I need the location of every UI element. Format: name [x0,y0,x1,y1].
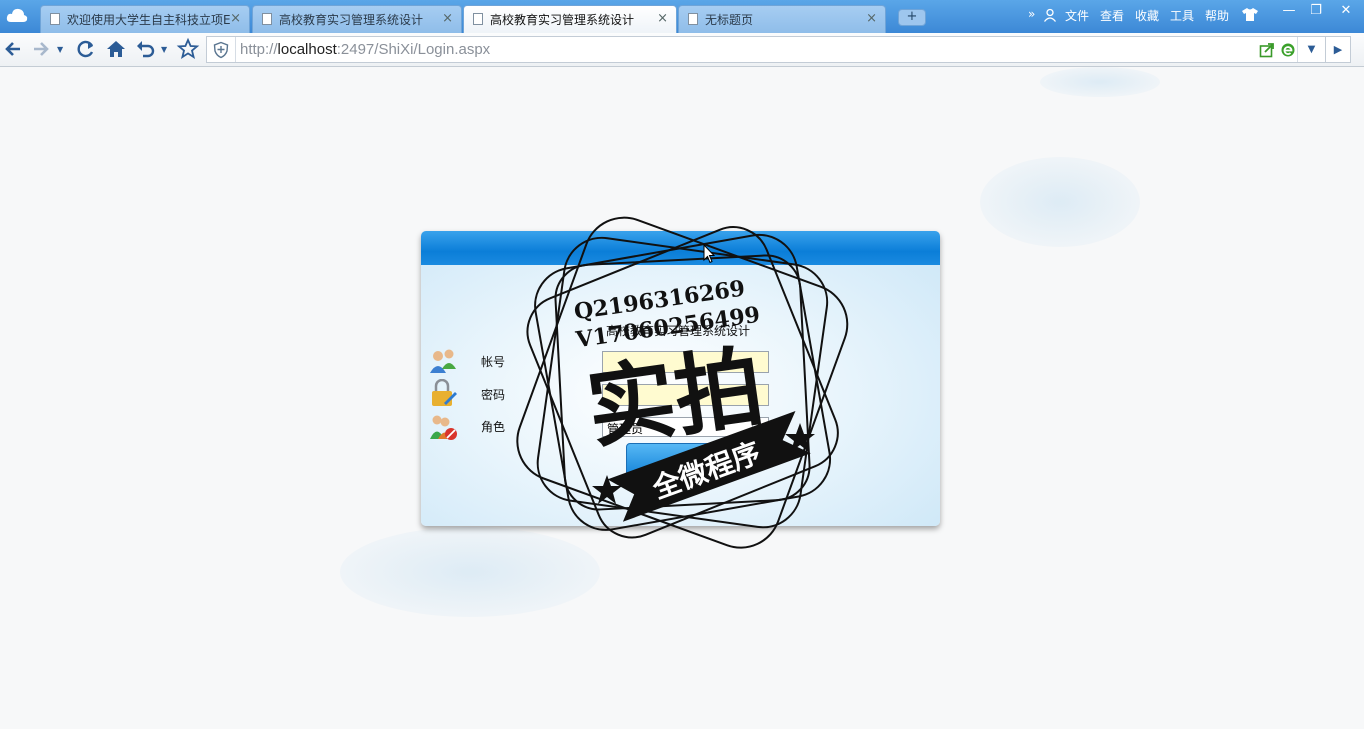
page-icon [473,13,483,25]
tab-title: 无标题页 [705,13,754,27]
page-viewport: 高校教育实习管理系统设计 帐号 密码 角色 管理员 ▼ [0,67,1364,729]
tab-1[interactable]: 欢迎使用大学生自主科技立项E × [40,5,250,33]
tab-3-active[interactable]: 高校教育实习管理系统设计 × [463,5,677,34]
background-splash [1040,67,1160,97]
more-menu-icon[interactable]: » [1028,7,1035,21]
navigation-bar: ▼ ▼ http://localhost:2497/ShiXi/Login.as… [0,33,1364,67]
new-tab-button[interactable]: + [898,9,926,26]
tab-title: 高校教育实习管理系统设计 [490,13,635,27]
account-input[interactable] [602,351,769,373]
login-button[interactable] [626,443,736,477]
tab-title: 高校教育实习管理系统设计 [279,13,424,27]
address-dropdown-icon[interactable]: ▼ [1297,37,1325,62]
page-icon [50,13,60,25]
security-shield-icon[interactable] [212,41,230,59]
users-icon [430,349,456,373]
menu-tools[interactable]: 工具 [1170,7,1194,24]
tab-4[interactable]: 无标题页 × [678,5,886,33]
history-dropdown-icon[interactable]: ▼ [57,45,63,54]
password-label: 密码 [481,388,506,402]
user-icon[interactable] [1043,8,1057,22]
login-header [421,231,940,265]
tab-close-icon[interactable]: × [866,11,877,26]
chevron-down-icon: ▼ [752,418,768,436]
address-separator [235,37,236,62]
cloud-browser-icon[interactable] [6,7,28,23]
background-splash [340,527,600,617]
url-path: :2497/ShiXi/Login.aspx [336,41,491,58]
url-host: localhost [277,41,337,58]
role-icon [430,415,457,440]
go-button[interactable]: ▶ [1325,36,1351,63]
url-text[interactable]: http://localhost:2497/ShiXi/Login.aspx [240,41,490,58]
login-title: 高校教育实习管理系统设计 [606,324,751,338]
tab-bar: 欢迎使用大学生自主科技立项E × 高校教育实习管理系统设计 × 高校教育实习管理… [0,0,1364,34]
tab-2[interactable]: 高校教育实习管理系统设计 × [252,5,462,33]
mouse-cursor-icon [703,244,715,264]
compat-mode-e-icon[interactable] [1280,42,1296,58]
forward-arrow-icon[interactable] [28,37,52,61]
tab-close-icon[interactable]: × [442,11,453,26]
background-splash [980,157,1140,247]
minimize-button[interactable]: — [1278,3,1300,18]
star-icon[interactable] [176,37,200,61]
home-icon[interactable] [104,37,128,61]
role-label: 角色 [481,420,506,434]
undo-icon[interactable] [133,37,157,61]
skin-shirt-icon[interactable] [1241,7,1259,22]
menu-view[interactable]: 查看 [1100,7,1124,24]
refresh-icon[interactable] [74,37,98,61]
restore-button[interactable]: ❐ [1305,3,1327,18]
menu-file[interactable]: 文件 [1065,7,1089,24]
menu-help[interactable]: 帮助 [1205,7,1229,24]
page-icon [688,13,698,25]
close-window-button[interactable]: ✕ [1335,3,1357,18]
lock-icon [432,379,457,406]
tab-close-icon[interactable]: × [657,11,668,26]
tab-close-icon[interactable]: × [230,11,241,26]
page-icon [262,13,272,25]
role-selected-value: 管理员 [607,422,644,436]
share-icon[interactable] [1259,42,1275,58]
account-label: 帐号 [481,355,506,369]
url-scheme: http:// [240,41,278,58]
address-bar[interactable]: http://localhost:2497/ShiXi/Login.aspx ▼ [206,36,1326,63]
tab-title: 欢迎使用大学生自主科技立项E [67,13,231,27]
role-select[interactable]: 管理员 ▼ [602,417,769,437]
login-panel: 高校教育实习管理系统设计 帐号 密码 角色 管理员 ▼ [421,231,940,526]
undo-dropdown-icon[interactable]: ▼ [161,45,167,54]
back-arrow-icon[interactable] [2,37,26,61]
password-input[interactable] [602,384,769,406]
menu-favorites[interactable]: 收藏 [1135,7,1159,24]
